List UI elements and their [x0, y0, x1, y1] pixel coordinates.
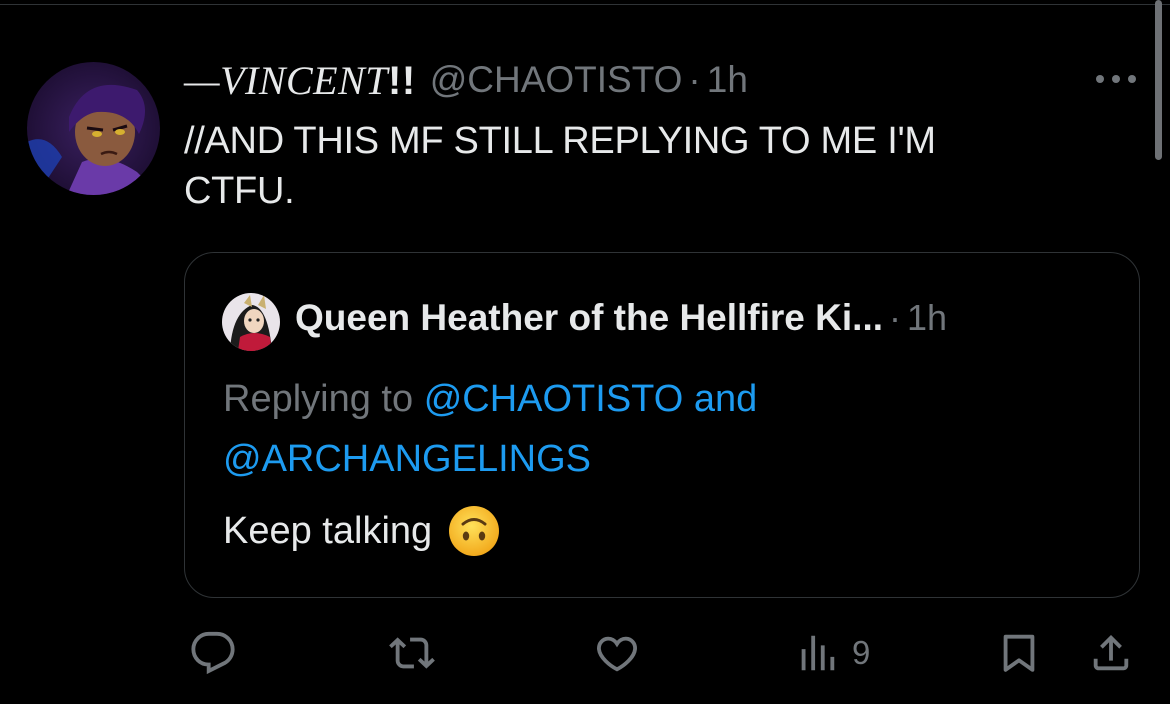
retweet-button[interactable]	[388, 630, 436, 676]
user-handle[interactable]: @CHAOTISTO	[430, 59, 683, 101]
quoted-header: Queen Heather of the Hellfire Ki... · 1h	[295, 297, 947, 339]
scrollbar[interactable]	[1155, 0, 1162, 160]
quoted-avatar	[222, 293, 280, 351]
mention-link[interactable]: @ARCHANGELINGS	[223, 438, 591, 480]
views-icon	[801, 635, 835, 671]
tweet-view: —VINCENT!! @CHAOTISTO · 1h //AND THIS MF…	[0, 0, 1170, 704]
share-button[interactable]	[1088, 630, 1134, 676]
bookmark-icon	[1003, 634, 1035, 672]
bookmark-button[interactable]	[996, 630, 1042, 676]
share-icon	[1093, 634, 1129, 671]
tweet-text-line: //AND THIS MF STILL REPLYING TO ME I'M	[184, 120, 936, 162]
quoted-tweet-card[interactable]: Queen Heather of the Hellfire Ki... · 1h…	[184, 252, 1140, 598]
more-horizontal-icon[interactable]	[1093, 70, 1139, 88]
replying-to: Replying to @CHAOTISTO and @ARCHANGELING…	[223, 369, 1123, 489]
reply-button[interactable]	[190, 630, 236, 676]
quoted-display-name[interactable]: Queen Heather of the Hellfire Ki...	[295, 297, 883, 339]
conjunction: and	[693, 378, 758, 420]
upside-down-face-emoji-icon	[449, 506, 500, 556]
tweet-text-line: CTFU.	[184, 170, 295, 212]
quoted-timestamp: 1h	[907, 297, 948, 338]
replying-prefix: Replying to	[223, 378, 414, 420]
action-bar: 9	[0, 620, 1170, 690]
divider	[0, 4, 1170, 5]
quoted-text-body: Keep talking	[223, 509, 433, 552]
views-count: 9	[852, 634, 871, 671]
avatar[interactable]	[27, 62, 160, 195]
like-icon	[597, 636, 637, 672]
tweet-header: —VINCENT!! @CHAOTISTO · 1h	[184, 52, 748, 108]
separator: ·	[889, 297, 902, 338]
reply-icon	[191, 631, 235, 675]
retweet-icon	[389, 637, 435, 669]
display-name[interactable]: —VINCENT!!	[184, 57, 416, 104]
mention-link[interactable]: @CHAOTISTO	[424, 378, 684, 420]
quoted-text: Keep talking	[223, 505, 500, 557]
like-button[interactable]	[594, 630, 640, 676]
tweet-text: //AND THIS MF STILL REPLYING TO ME I'M C…	[184, 116, 1114, 216]
timestamp[interactable]: 1h	[707, 59, 748, 101]
views-button[interactable]: 9	[794, 630, 870, 676]
separator: ·	[688, 59, 701, 100]
